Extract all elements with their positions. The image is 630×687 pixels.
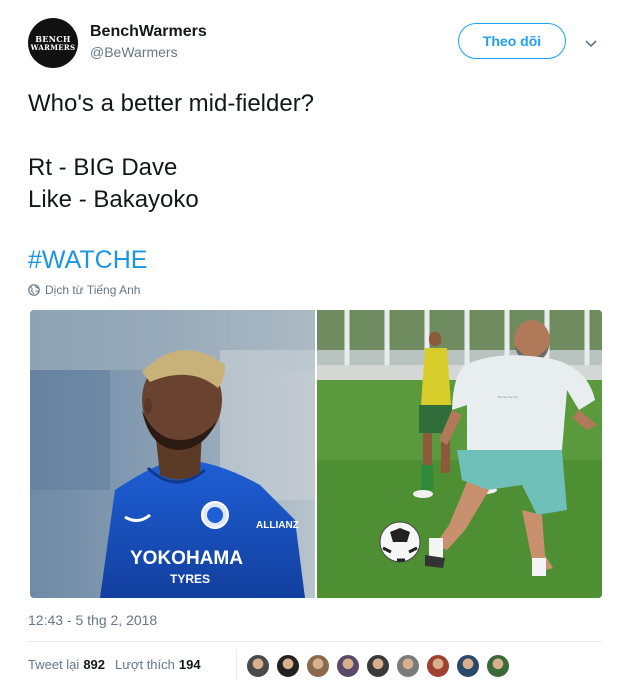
tweet-header: BENCH WARMERS BenchWarmers @BeWarmers Th… — [28, 18, 608, 74]
account-names: BenchWarmers @BeWarmers — [90, 22, 207, 62]
globe-icon — [28, 284, 40, 296]
tweet-line: Like - Bakayoko — [28, 186, 199, 213]
stats-separator — [236, 650, 237, 680]
liker-avatar[interactable] — [486, 654, 510, 678]
liker-avatar[interactable] — [276, 654, 300, 678]
chevron-down-icon[interactable] — [584, 36, 598, 50]
account-avatar[interactable]: BENCH WARMERS — [28, 18, 78, 68]
liker-avatar[interactable] — [426, 654, 450, 678]
player-photo[interactable]: YOKOHAMA TYRES ALLIANZ — [30, 310, 315, 598]
retweet-count[interactable]: 892 — [83, 657, 105, 672]
hashtag-link[interactable]: #WATCHE — [28, 244, 147, 276]
sponsor-line1: YOKOHAMA — [130, 548, 243, 569]
avatar-text-bottom: WARMERS — [30, 42, 76, 52]
sponsor-line2: TYRES — [170, 572, 210, 586]
liker-avatar[interactable] — [336, 654, 360, 678]
account-handle[interactable]: @BeWarmers — [90, 42, 207, 62]
follow-button[interactable]: Theo dõi — [458, 23, 566, 59]
svg-text:~~~~: ~~~~ — [497, 392, 518, 402]
tweet-line: Rt - BIG Dave — [28, 154, 178, 181]
liker-avatar[interactable] — [456, 654, 480, 678]
amateur-player-photo[interactable]: ~~~~ — [317, 310, 602, 598]
liker-avatars — [246, 654, 516, 678]
translate-label: Dịch từ Tiếng Anh — [45, 283, 141, 297]
retweet-label[interactable]: Tweet lại — [28, 657, 79, 672]
like-count[interactable]: 194 — [179, 657, 201, 672]
media-grid: YOKOHAMA TYRES ALLIANZ ~~~~ — [30, 310, 602, 598]
liker-avatar[interactable] — [396, 654, 420, 678]
liker-avatar[interactable] — [306, 654, 330, 678]
translate-link[interactable]: Dịch từ Tiếng Anh — [28, 283, 140, 297]
liker-avatar[interactable] — [246, 654, 270, 678]
display-name[interactable]: BenchWarmers — [90, 22, 207, 42]
divider — [28, 641, 602, 642]
tweet-stats: Tweet lại 892 Lượt thích 194 — [28, 657, 211, 672]
like-label[interactable]: Lượt thích — [115, 657, 175, 672]
tweet-line: Who's a better mid-fielder? — [28, 90, 315, 117]
tweet-timestamp[interactable]: 12:43 - 5 thg 2, 2018 — [28, 612, 157, 628]
tweet-text: Who's a better mid-fielder? Rt - BIG Dav… — [28, 88, 588, 216]
liker-avatar[interactable] — [366, 654, 390, 678]
sleeve-text: ALLIANZ — [256, 520, 299, 531]
